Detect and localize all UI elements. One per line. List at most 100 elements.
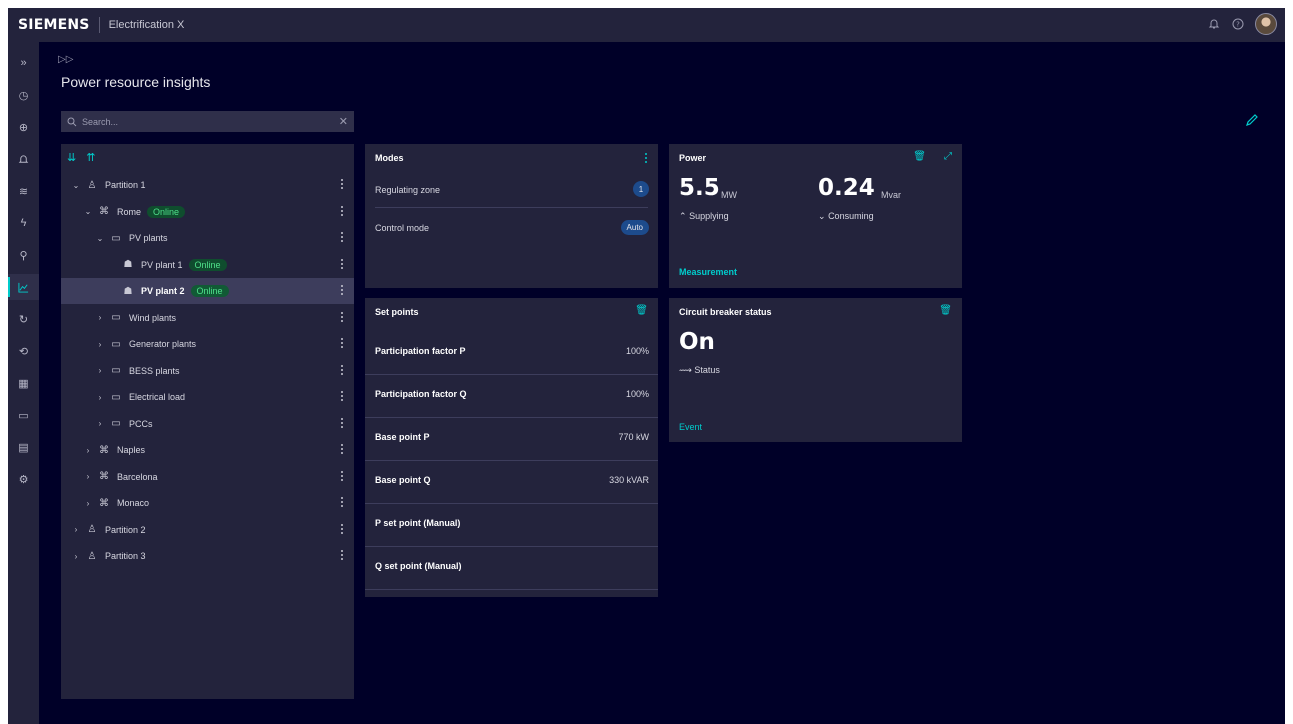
- expand-icon[interactable]: »: [8, 50, 39, 76]
- tree-item[interactable]: › ⌘ Barcelona: [61, 464, 354, 490]
- tree-item[interactable]: ⌄ ⌘ Rome Online: [61, 199, 354, 225]
- tree-item[interactable]: ⌄ ▭ PV plants: [61, 225, 354, 251]
- calendar-icon[interactable]: ▦: [8, 370, 39, 396]
- tree-item-label: PCCs: [129, 418, 153, 429]
- tree-item[interactable]: › ▭ PCCs: [61, 411, 354, 437]
- lightning-icon[interactable]: ϟ: [8, 210, 39, 236]
- more-options-icon[interactable]: [341, 338, 344, 350]
- chevron-down-icon[interactable]: ⌄: [95, 234, 105, 243]
- chevron-right-icon[interactable]: ›: [83, 446, 93, 455]
- report-icon[interactable]: ▤: [8, 434, 39, 460]
- top-actions: ?: [1207, 13, 1277, 35]
- setpoints-widget: Set points 🗑 Participation factor P 100% P…: [365, 298, 658, 597]
- sort-ascending-icon[interactable]: ⇈: [86, 151, 95, 164]
- clock-icon[interactable]: ◷: [8, 82, 39, 108]
- more-options-icon[interactable]: [341, 285, 344, 297]
- partition-icon: ♙: [87, 179, 97, 191]
- modes-menu-icon[interactable]: [645, 151, 648, 163]
- delete-icon[interactable]: 🗑: [939, 305, 952, 316]
- tree-item[interactable]: › ♙ Partition 3: [61, 543, 354, 569]
- consume-value: 0.24: [818, 175, 875, 201]
- chevron-right-icon[interactable]: ›: [95, 313, 105, 322]
- sync-icon[interactable]: ↻: [8, 306, 39, 332]
- search-input[interactable]: [82, 116, 322, 127]
- more-options-icon[interactable]: [341, 391, 344, 403]
- clear-search-icon[interactable]: ✕: [339, 115, 348, 128]
- bell-icon[interactable]: [8, 146, 39, 172]
- chevron-right-icon[interactable]: ›: [95, 366, 105, 375]
- sort-descending-icon[interactable]: ⇊: [67, 151, 76, 164]
- tree-item[interactable]: › ▭ Generator plants: [61, 331, 354, 357]
- edit-pencil-icon[interactable]: [1244, 112, 1262, 130]
- control-mode-badge: Auto: [620, 220, 649, 235]
- folder-icon: ▭: [111, 232, 121, 244]
- setpoint-divider: [365, 374, 658, 375]
- tree-item[interactable]: › ⌘ Naples: [61, 437, 354, 463]
- more-options-icon[interactable]: [341, 470, 344, 483]
- tree-item-label: Generator plants: [129, 339, 197, 349]
- app-frame: SIEMENS Electrification X ? » ◷ ⊕ ≋ ϟ ⚲ …: [8, 8, 1285, 724]
- setpoint-divider: [365, 460, 658, 461]
- folder-icon: ▭: [111, 365, 121, 376]
- refresh-icon[interactable]: ⟲: [8, 338, 39, 364]
- chevron-down-icon[interactable]: ⌄: [71, 181, 81, 190]
- tree-item[interactable]: ☗ PV plant 2 Online: [61, 278, 354, 304]
- bell-icon[interactable]: [1207, 17, 1221, 31]
- expand-icon[interactable]: ⤢: [944, 151, 952, 162]
- chevron-right-icon[interactable]: ›: [71, 525, 81, 534]
- svg-text:?: ?: [1236, 21, 1240, 29]
- chevron-right-icon[interactable]: ›: [95, 393, 105, 402]
- layers-icon[interactable]: ≋: [8, 178, 39, 204]
- more-options-icon[interactable]: [341, 311, 344, 324]
- setpoint-divider: [365, 546, 658, 547]
- double-chevron-down-icon: ⌄: [818, 211, 826, 221]
- setpoint-label: Base point Q: [375, 475, 431, 485]
- tree-item[interactable]: › ▭ Electrical load: [61, 384, 354, 410]
- status-badge: Online: [147, 205, 186, 218]
- settings-icon[interactable]: ⚙: [8, 466, 39, 492]
- search-icon: [67, 117, 77, 126]
- delete-icon[interactable]: 🗑: [635, 305, 648, 316]
- chart-icon[interactable]: [8, 274, 39, 300]
- more-options-icon[interactable]: [341, 205, 344, 218]
- more-options-icon[interactable]: [341, 444, 344, 456]
- more-options-icon[interactable]: [341, 417, 344, 430]
- tree-item[interactable]: ☗ PV plant 1 Online: [61, 252, 354, 278]
- document-icon[interactable]: ▭: [8, 402, 39, 428]
- setpoint-value: 100%: [625, 346, 649, 356]
- tree-item[interactable]: › ♙ Partition 2: [61, 517, 354, 543]
- chevron-right-icon[interactable]: ›: [95, 419, 105, 428]
- measurement-link[interactable]: Measurement: [679, 267, 737, 277]
- tree-item[interactable]: › ⌘ Monaco: [61, 490, 354, 516]
- chevron-down-icon[interactable]: ⌄: [83, 207, 93, 216]
- tree-item-label: Barcelona: [117, 471, 158, 482]
- app-name: Electrification X: [108, 19, 185, 31]
- more-options-icon[interactable]: [341, 179, 344, 191]
- breadcrumb-expand-icon[interactable]: ▷▷: [58, 54, 73, 65]
- more-options-icon[interactable]: [341, 364, 344, 377]
- chevron-right-icon[interactable]: ›: [95, 340, 105, 349]
- tree-item-label: Electrical load: [129, 392, 186, 402]
- setpoint-label: Q set point (Manual): [375, 561, 462, 571]
- chevron-right-icon[interactable]: ›: [83, 499, 93, 508]
- more-options-icon[interactable]: [341, 550, 344, 562]
- chevron-right-icon[interactable]: ›: [71, 552, 81, 561]
- more-options-icon[interactable]: [341, 258, 344, 271]
- delete-icon[interactable]: 🗑: [913, 151, 926, 162]
- globe-icon[interactable]: ⊕: [8, 114, 39, 140]
- tree-item-label: PV plant 2: [141, 286, 185, 296]
- folder-icon: ▭: [111, 312, 121, 323]
- more-options-icon[interactable]: [341, 232, 344, 244]
- more-options-icon[interactable]: [341, 523, 344, 536]
- tree-item[interactable]: ⌄ ♙ Partition 1: [61, 172, 354, 198]
- supplying-label: ⌃ Supplying: [679, 211, 729, 221]
- regulating-zone-label: Regulating zone: [375, 185, 441, 195]
- avatar[interactable]: [1255, 13, 1277, 35]
- more-options-icon[interactable]: [341, 497, 344, 509]
- user-hierarchy-icon[interactable]: ⚲: [8, 242, 39, 268]
- tree-item[interactable]: › ▭ BESS plants: [61, 358, 354, 384]
- event-link[interactable]: Event: [679, 422, 702, 432]
- chevron-right-icon[interactable]: ›: [83, 472, 93, 481]
- help-icon[interactable]: ?: [1231, 17, 1245, 31]
- tree-item[interactable]: › ▭ Wind plants: [61, 305, 354, 331]
